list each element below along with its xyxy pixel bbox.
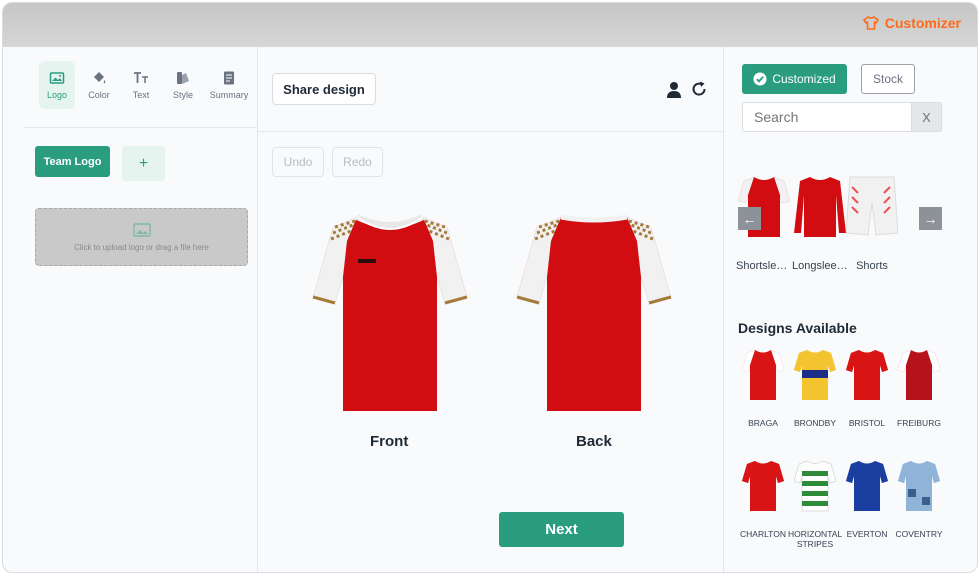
- jersey-thumbnail: [846, 350, 888, 400]
- share-design-button[interactable]: Share design: [272, 73, 376, 105]
- design-braga[interactable]: BRAGA: [736, 348, 790, 428]
- carousel-prev-button[interactable]: ←: [738, 207, 761, 230]
- customized-filter-button[interactable]: Customized: [742, 64, 847, 94]
- customized-label: Customized: [772, 72, 836, 86]
- jersey-back-preview: [516, 214, 672, 411]
- category-label: Shortsleeve: [736, 260, 792, 272]
- image-icon: [132, 222, 151, 237]
- tab-label: Logo: [46, 90, 68, 100]
- left-panel: Logo Color Text Style Summary Team Logo …: [3, 47, 258, 572]
- carousel-next-button[interactable]: →: [919, 207, 942, 230]
- jersey-thumbnail: [742, 350, 784, 400]
- tab-text[interactable]: Text: [123, 61, 159, 109]
- design-label: COVENTRY: [895, 529, 943, 539]
- top-bar: Customizer: [3, 3, 977, 47]
- back-view-label: Back: [576, 433, 612, 450]
- shirt-icon: [862, 16, 879, 30]
- undo-button[interactable]: Undo: [272, 147, 324, 177]
- design-label: FREIBURG: [897, 418, 941, 428]
- tab-label: Text: [132, 90, 150, 100]
- redo-button[interactable]: Redo: [332, 147, 383, 177]
- design-freiburg[interactable]: FREIBURG: [892, 348, 946, 428]
- front-view-label: Front: [370, 433, 409, 450]
- design-charlton[interactable]: CHARLTON: [736, 459, 790, 539]
- tool-tabs: Logo Color Text Style Summary: [39, 61, 251, 109]
- tab-color[interactable]: Color: [81, 61, 117, 109]
- designs-title: Designs Available: [738, 320, 857, 336]
- upload-hint: Click to upload logo or drag a file here: [74, 242, 209, 252]
- tab-label: Color: [88, 90, 110, 100]
- jersey-front-preview: [312, 214, 468, 411]
- tab-style[interactable]: Style: [165, 61, 201, 109]
- paint-bucket-icon: [94, 72, 106, 84]
- arrow-left-icon: ←: [742, 210, 757, 227]
- app-brand: Customizer: [862, 15, 961, 31]
- shorts-thumbnail: [846, 176, 898, 236]
- arrow-right-icon: →: [923, 210, 938, 227]
- design-brondby[interactable]: BRONDBY: [788, 348, 842, 428]
- jersey-thumbnail: [794, 350, 836, 400]
- category-carousel: Shortsleeve Longsleeve Shorts: [734, 175, 974, 285]
- design-label: BRONDBY: [793, 418, 837, 428]
- search-input[interactable]: [742, 102, 912, 132]
- jersey-thumbnail: [846, 461, 888, 511]
- user-icon[interactable]: [666, 81, 682, 99]
- text-size-icon: [134, 72, 148, 83]
- category-label: Shorts: [856, 260, 888, 272]
- refresh-icon[interactable]: [690, 80, 708, 98]
- check-circle-icon: [753, 72, 767, 86]
- design-coventry[interactable]: COVENTRY: [892, 459, 946, 539]
- design-horizontal-stripes[interactable]: HORIZONTAL STRIPES: [788, 459, 842, 549]
- image-icon: [49, 72, 65, 84]
- design-label: BRAGA: [748, 418, 778, 428]
- catalog-panel: Customized Stock X Shortsleeve Longsleev…: [724, 47, 977, 572]
- jersey-thumbnail: [742, 461, 784, 511]
- divider: [23, 127, 257, 128]
- team-logo-button[interactable]: Team Logo: [35, 146, 110, 177]
- add-logo-button[interactable]: +: [122, 146, 165, 181]
- tab-label: Style: [172, 90, 193, 100]
- design-label: HORIZONTAL STRIPES: [788, 529, 843, 549]
- design-label: CHARLTON: [740, 529, 786, 539]
- jersey-thumbnail: [898, 461, 940, 511]
- app-title: Customizer: [884, 15, 961, 31]
- logo-upload-dropzone[interactable]: Click to upload logo or drag a file here: [35, 208, 248, 266]
- jersey-thumbnail: [898, 350, 940, 400]
- category-longsleeve[interactable]: Longsleeve: [792, 175, 848, 272]
- clear-search-button[interactable]: X: [911, 102, 942, 132]
- app-window: Customizer Logo Color Text Style Summary…: [2, 2, 978, 573]
- tab-summary[interactable]: Summary: [207, 61, 251, 109]
- tab-logo[interactable]: Logo: [39, 61, 75, 109]
- swatch-icon: [177, 72, 189, 84]
- divider: [258, 131, 723, 132]
- stock-filter-button[interactable]: Stock: [861, 64, 915, 94]
- design-everton[interactable]: EVERTON: [840, 459, 894, 539]
- category-label: Longsleeve: [792, 260, 848, 272]
- tab-label: Summary: [209, 90, 249, 100]
- jersey-thumbnail: [794, 460, 836, 512]
- next-button[interactable]: Next: [499, 512, 624, 547]
- design-label: BRISTOL: [848, 418, 886, 428]
- document-icon: [224, 71, 234, 85]
- category-shorts[interactable]: Shorts: [844, 175, 900, 272]
- design-canvas: Share design Undo Redo Front Back Next: [258, 47, 724, 572]
- design-label: EVERTON: [846, 529, 888, 539]
- design-bristol[interactable]: BRISTOL: [840, 348, 894, 428]
- longsleeve-jersey-thumbnail: [794, 177, 846, 237]
